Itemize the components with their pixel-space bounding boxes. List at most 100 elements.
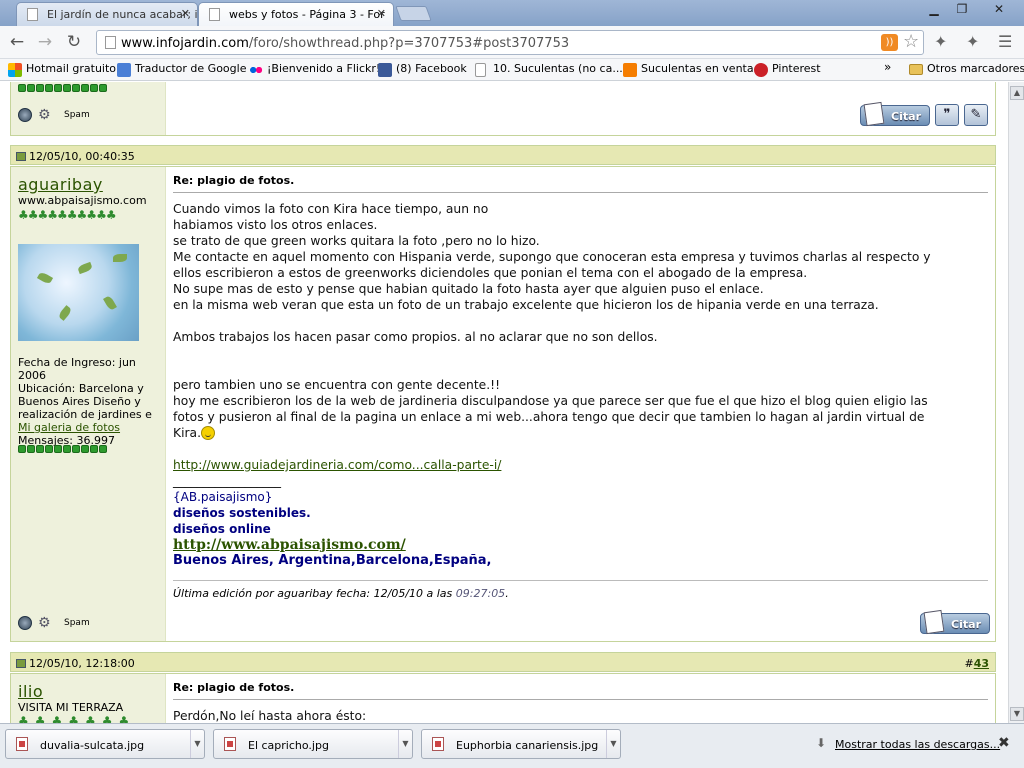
bookmark-label: Traductor de Google [135,62,247,75]
divider [173,699,988,700]
extension-puzzle-icon[interactable]: ✦ [934,32,947,51]
bookmark-suculentas-venta[interactable]: Suculentas en venta [623,62,754,77]
pinterest-icon [754,63,768,77]
post-date-icon [16,152,26,161]
menu-wrench-icon[interactable]: ☰ [998,32,1012,51]
url-text: www.infojardin.com/foro/showthread.php?p… [121,36,569,51]
divider [173,192,988,193]
post-link[interactable]: http://www.guiadejardineria.com/como...c… [173,458,501,472]
close-icon[interactable]: ✕ [181,7,190,20]
gallery-link[interactable]: Mi galeria de fotos [18,421,120,434]
bookmark-suculentas[interactable]: 10. Suculentas (no ca... [475,62,623,77]
divider [173,580,988,581]
new-tab-button[interactable] [395,6,432,21]
post-body-last-line: Kira. [173,425,993,441]
prev-post-left: ⚙ Spam [11,82,165,135]
reputation-bar [18,445,107,453]
scroll-up-icon[interactable]: ▲ [1010,86,1024,100]
extension-puzzle-icon[interactable]: ✦ [966,32,979,51]
post-user-column: ilio VISITA MI TERRAZA ♣♣♣♣♣♣♣ [11,674,165,723]
spam-link[interactable]: Spam [64,618,90,628]
bookmark-otros[interactable]: Otros marcadores [909,62,1024,75]
last-edited: Última edición por aguaribay fecha: 12/0… [173,587,509,600]
post-body: Perdón,No leí hasta ahora ésto: [173,709,367,723]
forward-icon[interactable]: → [34,32,56,52]
bookmark-traductor[interactable]: Traductor de Google [117,62,247,77]
post-header: 12/05/10, 12:18:00 #43 [10,652,996,672]
browser-toolbar: ← → ↻ www.infojardin.com/foro/showthread… [0,26,1024,59]
citar-button[interactable]: Citar [920,613,990,634]
post-text-line: No supe mas de esto y pense que habian q… [173,282,764,296]
post-text-line: en la misma web veran que esta un foto d… [173,298,879,312]
user-info: Fecha de Ingreso: jun 2006 Ubicación: Ba… [18,356,163,447]
close-icon[interactable]: ✕ [377,7,386,20]
post: ilio VISITA MI TERRAZA ♣♣♣♣♣♣♣ Re: plagi… [10,673,996,723]
user-title: www.abpaisajismo.com [18,194,147,207]
post-text-line: fotos y pusieron al final de la pagina u… [173,410,925,424]
maximize-icon[interactable]: ❐ [948,0,976,18]
dropdown-arrow-icon[interactable]: ▼ [606,730,620,758]
close-window-icon[interactable]: ✕ [976,0,1022,18]
citar-button[interactable]: Citar [860,105,930,126]
bookmark-facebook[interactable]: (8) Facebook [378,62,467,77]
bookmark-star-icon[interactable]: ☆ [903,31,919,52]
bookmark-label: Pinterest [772,62,821,75]
report-icon[interactable]: ⚙ [38,107,58,123]
tab-jardin[interactable]: El jardín de nunca acabar; inf ✕ [16,2,198,26]
post-text-line: Cuando vimos la foto con Kira hace tiemp… [173,202,489,216]
download-filename: duvalia-sulcata.jpg [40,739,145,752]
tab-title: El jardín de nunca acabar; inf [47,8,198,21]
post-title: Re: plagio de fotos. [173,681,295,694]
show-all-downloads-link[interactable]: Mostrar todas las descargas... [835,738,1000,751]
download-shelf: duvalia-sulcata.jpg ▼ El capricho.jpg ▼ … [0,723,1024,768]
username-link[interactable]: aguaribay [18,175,103,194]
tab-strip: El jardín de nunca acabar; inf ✕ webs y … [0,0,1024,26]
user-location: Ubicación: Barcelona y Buenos Aires Dise… [18,382,152,421]
post-icons: ⚙ Spam [18,615,90,631]
vertical-scrollbar[interactable]: ▲ ▼ [1008,82,1024,723]
tab-webs-fotos[interactable]: webs y fotos - Página 3 - For ✕ [198,2,394,26]
scroll-down-icon[interactable]: ▼ [1010,707,1024,721]
translate-icon [117,63,131,77]
window-controls: ▁ ❐ ✕ [920,0,1022,18]
back-icon[interactable]: ← [6,32,28,52]
bookmark-pinterest[interactable]: Pinterest [754,62,821,77]
post-text-line: Ambos trabajos los hacen pasar como prop… [173,330,658,344]
signature-divider: __________________ [173,474,281,488]
bookmark-flickr[interactable]: ¡Bienvenido a Flickr! [249,62,380,77]
close-shelf-icon[interactable]: ✖ [998,735,1010,751]
spam-link[interactable]: Spam [64,110,90,120]
download-filename: Euphorbia canariensis.jpg [456,739,599,752]
multi-quote-icon[interactable]: ❞ [935,104,959,126]
post-date: 12/05/10, 00:40:35 [29,150,135,163]
post-date-icon [16,659,26,668]
signature-locations: Buenos Aires, Argentina,Barcelona,España… [173,553,492,568]
url-domain: www.infojardin.com [121,36,249,51]
reload-icon[interactable]: ↻ [63,32,85,52]
download-arrow-icon: ⬇ [816,736,827,750]
post-title: Re: plagio de fotos. [173,174,295,187]
image-file-icon [16,737,28,751]
bookmarks-overflow-chevron[interactable]: » [884,60,891,74]
signature-website-link[interactable]: http://www.abpaisajismo.com/ [173,537,492,553]
bookmark-label: 10. Suculentas (no ca... [493,62,623,75]
download-item[interactable]: Euphorbia canariensis.jpg ▼ [421,729,621,759]
quick-reply-icon[interactable]: ✎ [964,104,988,126]
reputation-bar [18,84,107,92]
report-icon[interactable]: ⚙ [38,615,58,631]
download-item[interactable]: duvalia-sulcata.jpg ▼ [5,729,205,759]
download-item[interactable]: El capricho.jpg ▼ [213,729,413,759]
avatar[interactable] [18,244,139,341]
reputation-clovers: ♣♣♣♣♣♣♣♣♣♣ [18,208,117,222]
rss-icon[interactable]: )) [881,34,898,51]
dropdown-arrow-icon[interactable]: ▼ [398,730,412,758]
signature-line: diseños online [173,522,271,536]
page-content: ⚙ Spam Citar ❞ ✎ 12/05/10, 00:40:35 agua… [0,82,1008,723]
address-bar[interactable]: www.infojardin.com/foro/showthread.php?p… [96,30,924,55]
signature: __________________ {AB.paisajismo} diseñ… [173,473,492,569]
dropdown-arrow-icon[interactable]: ▼ [190,730,204,758]
bookmark-hotmail[interactable]: Hotmail gratuito [8,62,116,77]
username-link[interactable]: ilio [18,682,43,701]
minimize-icon[interactable]: ▁ [920,0,948,18]
post-number-link[interactable]: 43 [974,657,989,670]
